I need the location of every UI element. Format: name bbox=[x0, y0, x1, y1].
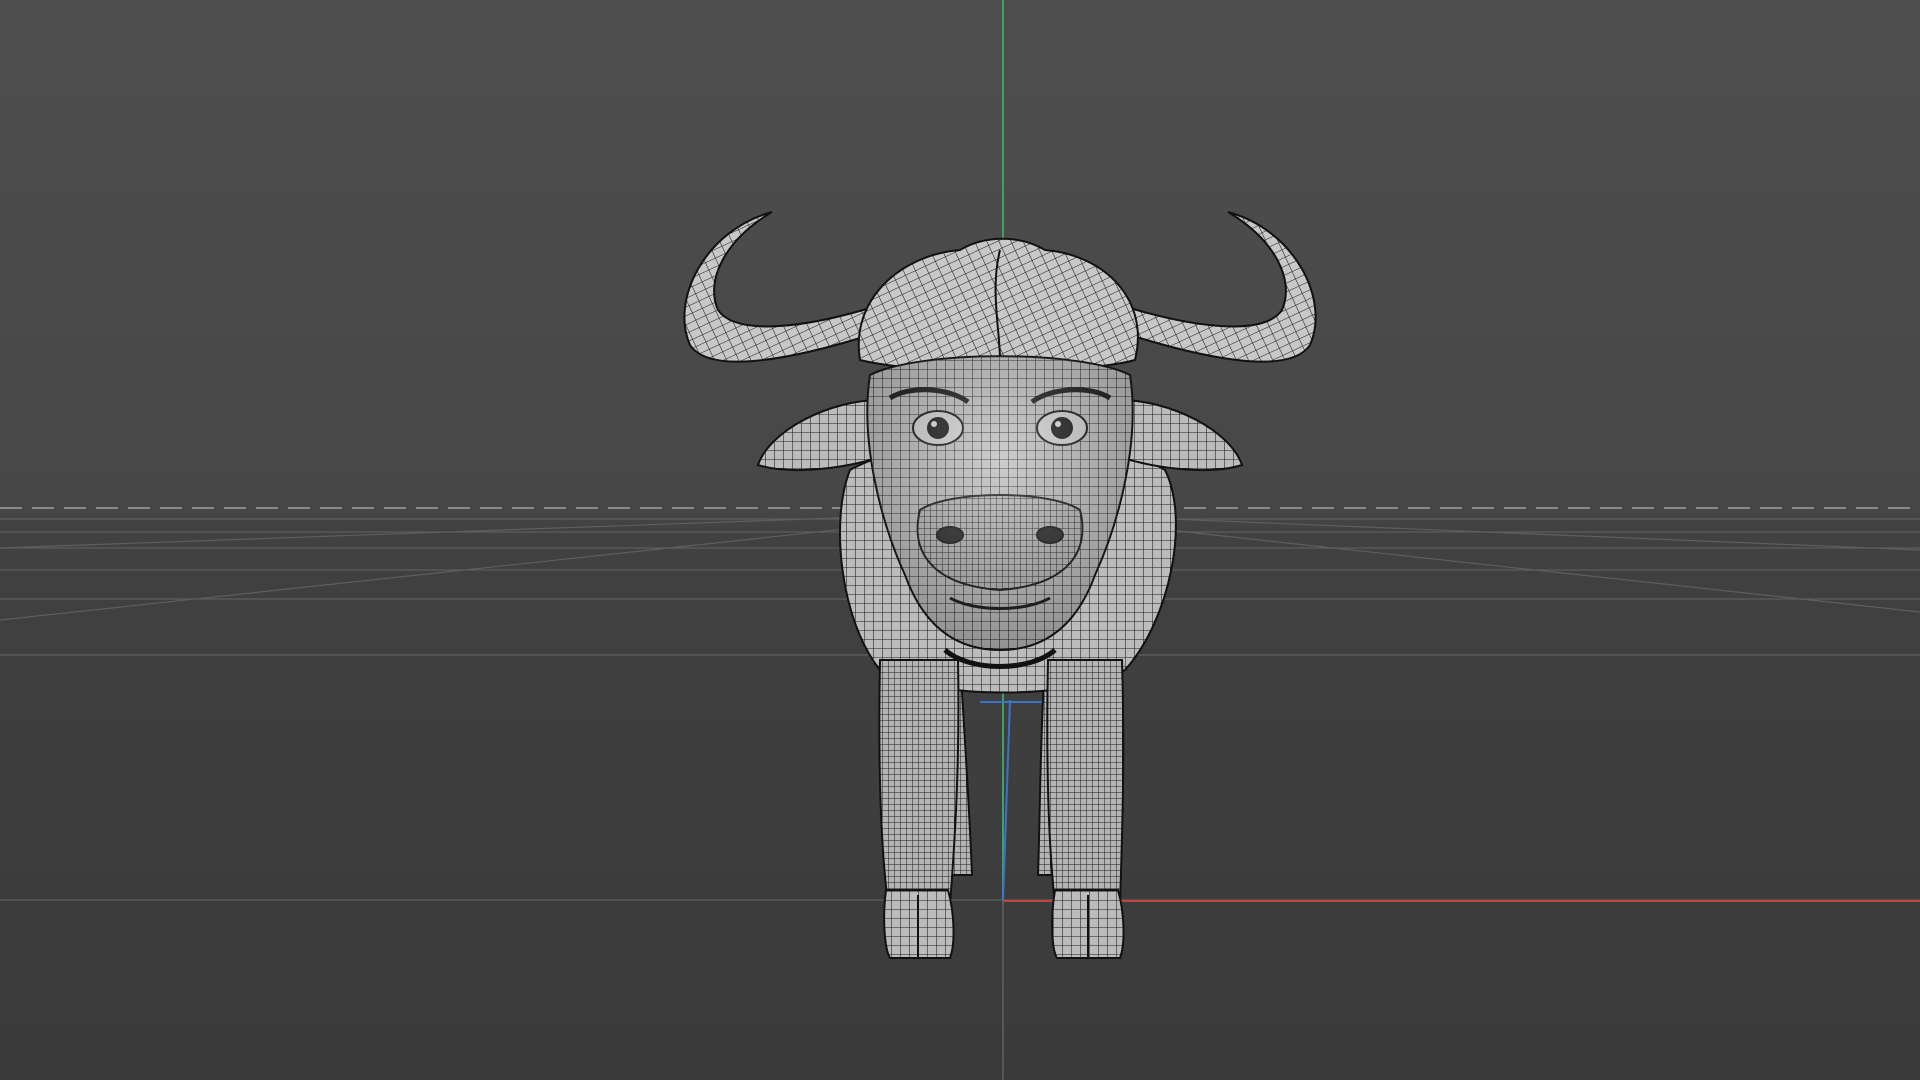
buffalo-front-leg-right bbox=[1046, 659, 1125, 927]
3d-viewport[interactable] bbox=[0, 0, 1920, 1080]
buffalo-front-leg-left bbox=[878, 659, 960, 927]
viewport-canvas[interactable] bbox=[0, 0, 1920, 1080]
